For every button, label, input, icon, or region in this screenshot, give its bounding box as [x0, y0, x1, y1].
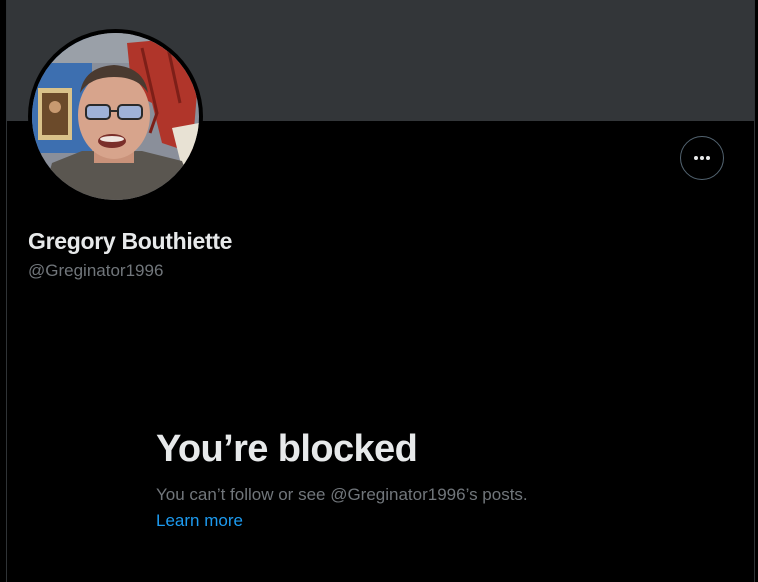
profile-display-name: Gregory Bouthiette [28, 228, 233, 254]
profile-handle: @Greginator1996 [28, 261, 164, 280]
avatar-photo [32, 33, 199, 200]
blocked-description: You can’t follow or see @Greginator1996’… [156, 485, 528, 504]
more-options-button[interactable] [680, 136, 724, 180]
profile-page: Gregory Bouthiette @Greginator1996 You’r… [0, 0, 758, 582]
blocked-title: You’re blocked [156, 428, 418, 470]
avatar[interactable] [28, 29, 203, 204]
right-column-border [754, 0, 755, 582]
avatar-image [32, 33, 199, 200]
learn-more-link[interactable]: Learn more [156, 511, 243, 531]
ellipsis-horizontal-icon [694, 156, 710, 160]
